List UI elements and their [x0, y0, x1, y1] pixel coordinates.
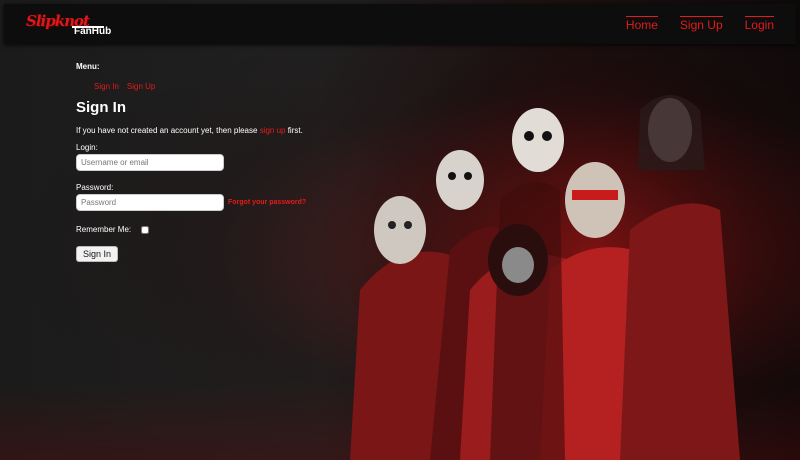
intro-sign-up-link[interactable]: sign up — [260, 126, 286, 135]
menu-link-sign-in[interactable]: Sign In — [94, 82, 119, 91]
brand-subtitle: FanHub — [74, 26, 112, 37]
nav-link-home[interactable]: Home — [625, 16, 658, 32]
password-input[interactable] — [76, 194, 224, 211]
menu-link-sign-up[interactable]: Sign Up — [127, 82, 155, 91]
page-title: Sign In — [76, 99, 126, 116]
password-row: Forgot your password? — [76, 194, 336, 211]
intro-text: If you have not created an account yet, … — [76, 126, 336, 135]
intro-text-after: first. — [285, 126, 303, 135]
remember-me-row: Remember Me: — [76, 225, 336, 234]
nav-link-login[interactable]: Login — [744, 16, 774, 32]
login-label: Login: — [76, 143, 98, 152]
sub-menu: Sign In Sign Up — [76, 82, 336, 91]
login-row — [76, 154, 336, 171]
intro-text-before: If you have not created an account yet, … — [76, 126, 260, 135]
forgot-password-link[interactable]: Forgot your password? — [228, 199, 306, 206]
top-navigation-bar: Slipknot FanHub Home Sign Up Login — [4, 4, 796, 44]
nav-link-sign-up[interactable]: Sign Up — [679, 16, 723, 32]
sign-in-panel: Menu: Sign In Sign Up Sign In If you hav… — [76, 62, 336, 262]
login-input[interactable] — [76, 154, 224, 171]
password-label: Password: — [76, 183, 114, 192]
band-photo — [340, 40, 800, 460]
sign-in-button[interactable]: Sign In — [76, 246, 119, 262]
remember-me-checkbox[interactable] — [141, 225, 150, 234]
remember-me-label: Remember Me: — [76, 225, 132, 234]
main-nav: Home Sign Up Login — [625, 16, 774, 32]
menu-label: Menu: — [76, 62, 100, 71]
